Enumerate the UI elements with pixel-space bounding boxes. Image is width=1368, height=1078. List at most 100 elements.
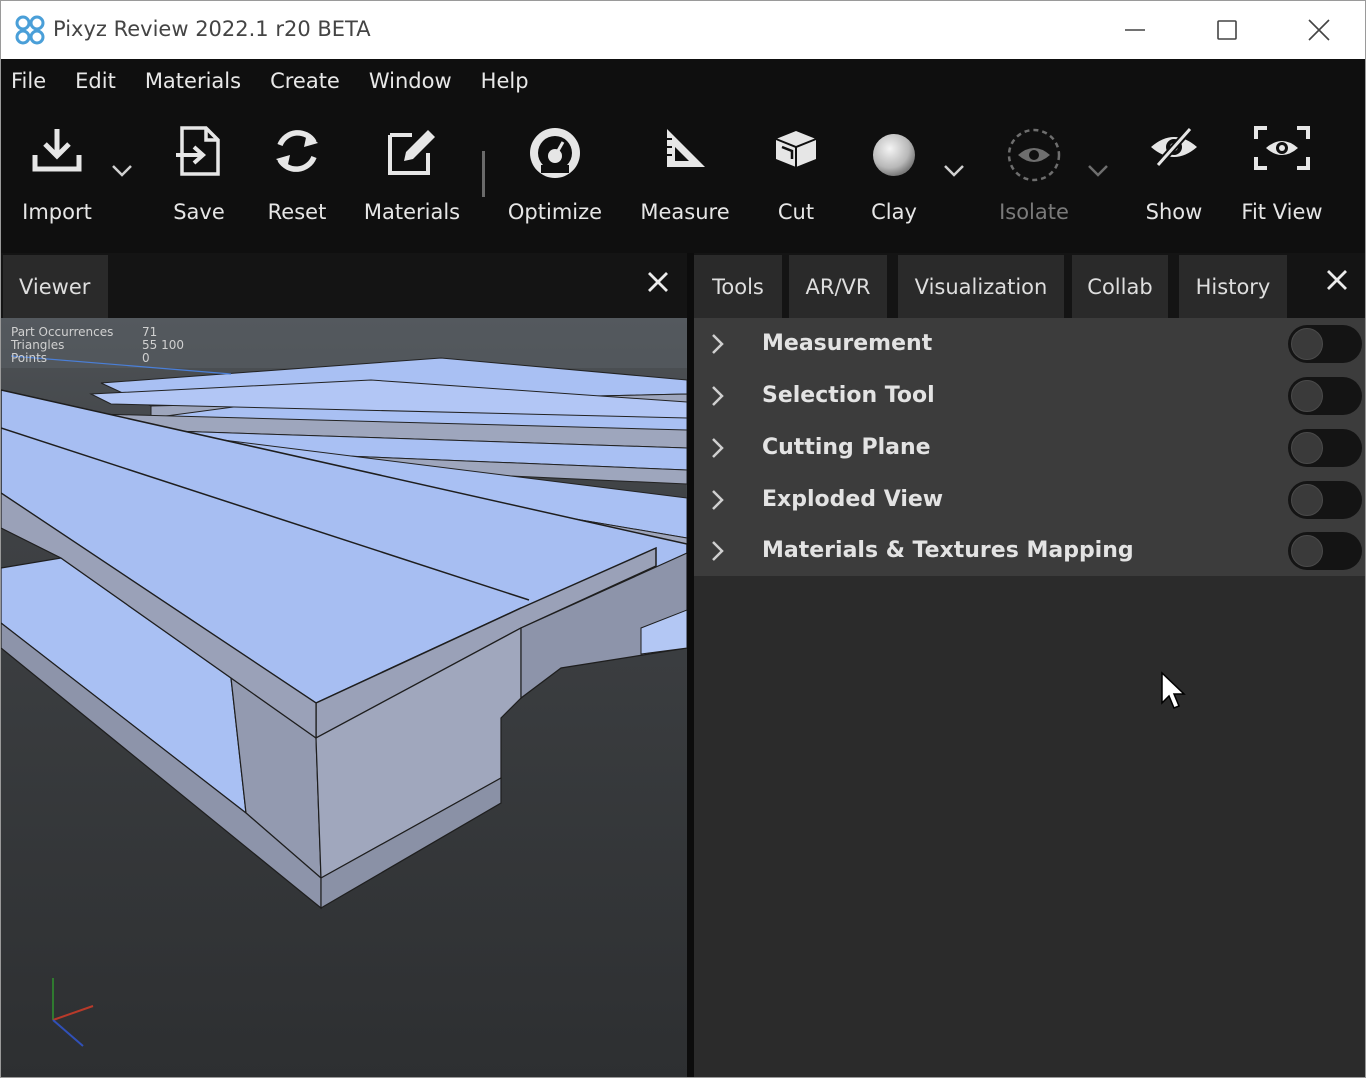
toggle-knob	[1291, 484, 1323, 516]
tool-list: Measurement Selection Tool Cutting Plane…	[694, 318, 1365, 576]
toggle-knob	[1291, 328, 1323, 360]
clay-sphere-icon	[873, 134, 915, 176]
cut-label: Cut	[777, 200, 815, 224]
import-label: Import	[22, 200, 92, 224]
minimize-button[interactable]	[1089, 1, 1181, 59]
viewer-close-icon[interactable]	[643, 267, 673, 297]
main-toolbar: Import Save Reset Materials Optimize Mea…	[1, 103, 1365, 253]
show-hidden-eye-icon	[1151, 126, 1197, 168]
clay-button[interactable]: Clay	[851, 103, 937, 253]
show-button[interactable]: Show	[1131, 103, 1217, 253]
chevron-right-icon[interactable]	[710, 489, 726, 511]
tab-visualization[interactable]: Visualization	[898, 255, 1064, 318]
tab-collab[interactable]: Collab	[1072, 255, 1168, 318]
chevron-right-icon[interactable]	[710, 437, 726, 459]
chevron-right-icon[interactable]	[710, 333, 726, 355]
chevron-right-icon[interactable]	[710, 385, 726, 407]
materials-label: Materials	[363, 200, 461, 224]
pane-splitter[interactable]	[687, 253, 694, 1077]
toggle-knob	[1291, 535, 1323, 567]
pixyz-logo-icon	[15, 15, 45, 45]
cut-button[interactable]: Cut	[751, 103, 841, 253]
toggle-knob	[1291, 380, 1323, 412]
tool-name: Cutting Plane	[762, 435, 931, 460]
optimize-label: Optimize	[507, 200, 603, 224]
reset-icon	[276, 130, 318, 172]
toolbar-separator	[482, 151, 485, 197]
tool-name: Measurement	[762, 331, 933, 356]
3d-viewport[interactable]: Part Occurrences 71 Triangles 55 100 Point…	[1, 318, 687, 1077]
tool-row-exploded-view[interactable]: Exploded View	[694, 475, 1365, 527]
tool-row-selection-tool[interactable]: Selection Tool	[694, 371, 1365, 423]
tab-history[interactable]: History	[1179, 255, 1287, 318]
optimize-gauge-icon	[530, 128, 580, 178]
right-panel-tab-bar: Tools AR/VR Visualization Collab History	[694, 253, 1365, 318]
maximize-button[interactable]	[1181, 1, 1273, 59]
stat-value: 0	[142, 351, 150, 365]
stat-row: Points 0	[11, 352, 184, 365]
tool-name: Materials & Textures Mapping	[762, 538, 1134, 563]
exploded-view-toggle[interactable]	[1288, 481, 1362, 519]
scene-stats: Part Occurrences 71 Triangles 55 100 Point…	[11, 326, 184, 365]
close-window-button[interactable]	[1273, 1, 1365, 59]
edit-materials-icon	[388, 130, 435, 175]
isolate-label: Isolate	[999, 200, 1069, 224]
menu-file[interactable]: File	[1, 69, 56, 93]
cutting-plane-toggle[interactable]	[1288, 429, 1362, 467]
save-button[interactable]: Save	[153, 103, 245, 253]
isolate-dropdown-chevron-icon[interactable]	[1087, 163, 1109, 179]
viewer-tab[interactable]: Viewer	[3, 255, 108, 318]
toggle-knob	[1291, 432, 1323, 464]
tool-row-measurement[interactable]: Measurement	[694, 319, 1365, 371]
tool-name: Selection Tool	[762, 383, 935, 408]
measure-button[interactable]: Measure	[633, 103, 737, 253]
maximize-icon	[1217, 20, 1237, 40]
menu-edit[interactable]: Edit	[65, 69, 126, 93]
materials-button[interactable]: Materials	[357, 103, 467, 253]
tool-row-cutting-plane[interactable]: Cutting Plane	[694, 423, 1365, 475]
menu-materials[interactable]: Materials	[135, 69, 251, 93]
right-panel-close-icon[interactable]	[1322, 265, 1352, 295]
import-dropdown-chevron-icon[interactable]	[111, 163, 133, 179]
show-label: Show	[1145, 200, 1203, 224]
measure-ruler-icon	[667, 129, 705, 167]
title-bar: Pixyz Review 2022.1 r20 BETA	[1, 1, 1365, 59]
save-icon	[176, 126, 220, 176]
isolate-eye-icon	[1007, 128, 1061, 182]
import-button[interactable]: Import	[11, 103, 103, 253]
reset-button[interactable]: Reset	[251, 103, 343, 253]
cut-box-icon	[775, 131, 817, 167]
menu-window[interactable]: Window	[359, 69, 462, 93]
save-label: Save	[173, 200, 225, 224]
close-icon	[1308, 19, 1330, 41]
clay-label: Clay	[871, 200, 917, 224]
isolate-button[interactable]: Isolate	[985, 103, 1083, 253]
app-window: Pixyz Review 2022.1 r20 BETA File Edit M…	[0, 0, 1366, 1078]
menu-create[interactable]: Create	[260, 69, 350, 93]
measurement-toggle[interactable]	[1288, 325, 1362, 363]
menu-bar: File Edit Materials Create Window Help	[1, 59, 1365, 103]
tab-tools[interactable]: Tools	[694, 255, 782, 318]
clay-dropdown-chevron-icon[interactable]	[943, 163, 965, 179]
window-title: Pixyz Review 2022.1 r20 BETA	[53, 17, 371, 41]
fit-view-icon	[1254, 126, 1310, 170]
tools-panel: Measurement Selection Tool Cutting Plane…	[694, 318, 1365, 1077]
reset-label: Reset	[267, 200, 327, 224]
viewer-tab-bar: Viewer	[1, 253, 689, 318]
pallet-scene	[1, 318, 687, 1077]
chevron-right-icon[interactable]	[710, 540, 726, 562]
measure-label: Measure	[640, 200, 730, 224]
minimize-icon	[1125, 29, 1145, 31]
optimize-button[interactable]: Optimize	[501, 103, 609, 253]
menu-help[interactable]: Help	[471, 69, 539, 93]
materials-textures-mapping-toggle[interactable]	[1288, 532, 1362, 570]
tool-row-materials-textures-mapping[interactable]: Materials & Textures Mapping	[694, 526, 1365, 578]
tool-name: Exploded View	[762, 487, 944, 512]
fit-view-label: Fit View	[1241, 200, 1323, 224]
stat-label: Points	[11, 351, 48, 365]
fit-view-button[interactable]: Fit View	[1233, 103, 1331, 253]
import-icon	[32, 129, 82, 172]
mouse-cursor-icon	[1161, 671, 1186, 709]
selection-tool-toggle[interactable]	[1288, 377, 1362, 415]
tab-ar-vr[interactable]: AR/VR	[789, 255, 887, 318]
